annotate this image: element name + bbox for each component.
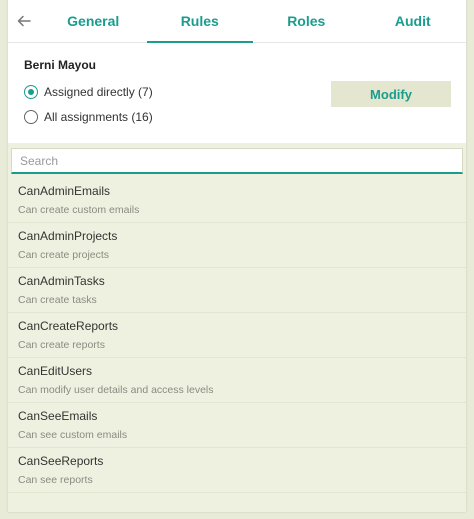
rules-panel: General Rules Roles Audit Berni Mayou As… (8, 0, 466, 512)
radio-label: Assigned directly (7) (44, 85, 153, 99)
tab-roles[interactable]: Roles (253, 0, 360, 42)
list-item[interactable]: CanSeeEmails Can see custom emails (8, 403, 466, 448)
tab-rules[interactable]: Rules (146, 0, 254, 43)
rules-list-area: CanAdminEmails Can create custom emails … (8, 143, 466, 512)
back-button[interactable] (8, 0, 40, 42)
search-input[interactable] (11, 148, 463, 174)
rule-description: Can create projects (18, 249, 110, 261)
rule-description: Can create custom emails (18, 204, 140, 216)
rule-description: Can see custom emails (18, 429, 128, 441)
list-item[interactable]: CanCreateReports Can create reports (8, 313, 466, 358)
rule-description: Can create tasks (18, 294, 97, 306)
radio-all-assignments[interactable]: All assignments (16) (24, 110, 153, 124)
rule-name: CanAdminEmails (18, 184, 111, 198)
list-item[interactable]: CanAdminEmails Can create custom emails (8, 178, 466, 223)
rule-description: Can modify user details and access level… (18, 384, 214, 396)
rule-description: Can see reports (18, 474, 93, 486)
list-item[interactable]: CanAdminTasks Can create tasks (8, 268, 466, 313)
tab-general[interactable]: General (40, 0, 147, 42)
radio-checked-icon (24, 85, 38, 99)
list-item[interactable]: CanAdminProjects Can create projects (8, 223, 466, 268)
rule-description: Can create reports (18, 339, 105, 351)
radio-label: All assignments (16) (44, 110, 153, 124)
rule-name: CanCreateReports (18, 319, 119, 333)
list-item[interactable]: CanEditUsers Can modify user details and… (8, 358, 466, 403)
tab-audit[interactable]: Audit (360, 0, 467, 42)
tab-bar: General Rules Roles Audit (8, 0, 466, 43)
arrow-left-icon (17, 15, 31, 27)
modify-button[interactable]: Modify (331, 81, 451, 107)
rules-list: CanAdminEmails Can create custom emails … (8, 178, 466, 493)
rule-name: CanAdminProjects (18, 229, 118, 243)
radio-assigned-directly[interactable]: Assigned directly (7) (24, 85, 153, 99)
rule-name: CanSeeReports (18, 454, 104, 468)
user-name: Berni Mayou (24, 58, 97, 72)
rule-name: CanEditUsers (18, 364, 93, 378)
rule-name: CanSeeEmails (18, 409, 98, 423)
rule-name: CanAdminTasks (18, 274, 105, 288)
user-section: Berni Mayou Assigned directly (7) All as… (8, 43, 466, 143)
list-item[interactable]: CanSeeReports Can see reports (8, 448, 466, 493)
radio-unchecked-icon (24, 110, 38, 124)
